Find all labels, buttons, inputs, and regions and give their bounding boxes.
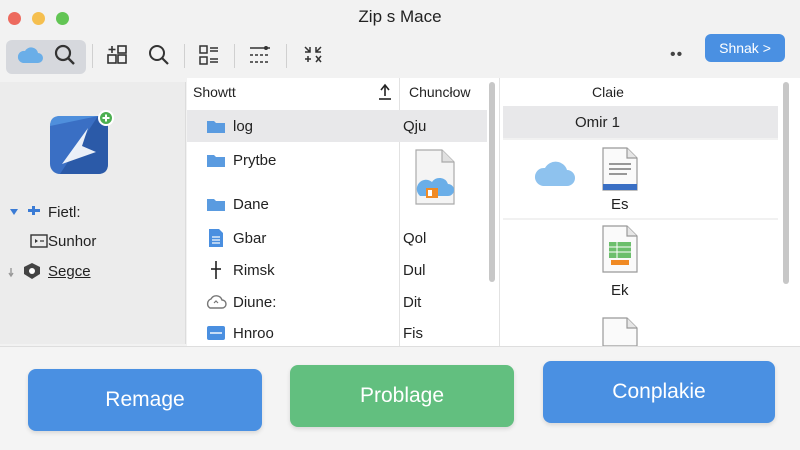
search-icon	[53, 43, 77, 72]
spreadsheet-file-icon	[601, 224, 639, 279]
preview-item-label: Ek	[611, 282, 629, 299]
folder-icon	[201, 152, 231, 168]
columns-icon	[198, 44, 220, 71]
remage-button[interactable]: Remage	[28, 369, 262, 431]
file-name: Rimsk	[233, 261, 275, 279]
toolbar-separator	[234, 44, 235, 68]
pin-icon	[201, 260, 231, 280]
collapse-icon	[301, 44, 325, 71]
cloud-icon	[15, 45, 45, 70]
file-value: Qju	[403, 117, 427, 135]
folder-icon	[201, 196, 231, 212]
list-icon	[248, 44, 272, 71]
column-header-name[interactable]: Showtt	[193, 78, 236, 106]
preview-selected-label: Omir 1	[575, 113, 620, 131]
toolbar-separator	[286, 44, 287, 68]
share-button[interactable]: Shnak >	[705, 34, 785, 62]
search-icon	[147, 43, 171, 72]
file-value: Dul	[403, 261, 426, 279]
app-window: Zip s Mace •• Shnak > Fietl: Sunhor Segc…	[0, 0, 800, 450]
preview-row[interactable]: Es	[503, 140, 778, 218]
action-bar: Remage Problage Conplakie	[0, 346, 800, 450]
toolbar: ••	[0, 34, 800, 80]
preview-selected-row[interactable]: Omir 1	[503, 106, 778, 138]
list-options-button[interactable]	[243, 40, 277, 74]
scrollbar[interactable]	[489, 82, 495, 282]
column-divider	[499, 78, 500, 346]
collapse-button[interactable]	[296, 40, 330, 74]
toggle-icon	[8, 205, 48, 219]
text-file-icon	[601, 146, 639, 197]
file-name: Prytbe	[233, 151, 277, 169]
columns-button[interactable]	[192, 40, 226, 74]
conplakie-button[interactable]: Conplakie	[543, 361, 775, 423]
sidebar: Fietl: Sunhor Segce	[0, 82, 186, 344]
scrollbar[interactable]	[783, 82, 789, 284]
file-value: Fis	[403, 324, 423, 342]
file-name: log	[233, 117, 254, 135]
column-header-value[interactable]: Chuncłow	[409, 78, 470, 106]
file-value: Qol	[403, 229, 427, 247]
file-row[interactable]: Dane	[187, 188, 387, 220]
sidebar-item-label: Segce	[48, 262, 91, 280]
sidebar-item-label: Fietl:	[48, 203, 81, 221]
cloud-icon	[533, 156, 577, 193]
file-row[interactable]: Gbar Qol	[187, 222, 487, 254]
sidebar-item-segce[interactable]: Segce	[8, 259, 91, 283]
cloud-view-button[interactable]	[6, 40, 86, 74]
problage-button[interactable]: Problage	[290, 365, 514, 427]
sidebar-item-label: Sunhor	[48, 232, 97, 250]
sort-arrow-icon[interactable]	[377, 78, 393, 106]
display-icon	[8, 234, 48, 248]
toolbar-separator	[92, 44, 93, 68]
toolbar-separator	[184, 44, 185, 68]
preview-item-label: Es	[611, 196, 629, 213]
app-logo-icon	[48, 110, 114, 180]
preview-row[interactable]: Ek	[503, 220, 778, 347]
document-icon	[201, 228, 231, 248]
file-name: Diune:	[233, 293, 277, 311]
grid-plus-icon	[106, 44, 128, 71]
cloud-sync-icon	[201, 294, 231, 310]
file-row[interactable]: Hnroo Fis	[187, 320, 487, 346]
file-browser: Showtt Chuncłow Claie log Qju Prytbe Dan…	[187, 78, 800, 347]
shield-icon	[8, 262, 48, 280]
file-value: Dit	[403, 293, 422, 311]
add-grid-button[interactable]	[100, 40, 134, 74]
file-row[interactable]: Diune: Dit	[187, 286, 487, 318]
window-title: Zip s Mace	[358, 7, 442, 26]
folder-icon	[201, 118, 231, 134]
cloud-file-icon	[412, 148, 458, 213]
preview-pane: Omir 1 Es Ek	[503, 106, 778, 347]
file-name: Dane	[233, 195, 269, 213]
document-icon	[201, 325, 231, 341]
column-header-preview[interactable]: Claie	[592, 78, 624, 106]
file-name: Hnroo	[233, 324, 274, 342]
file-row[interactable]: Rimsk Dul	[187, 254, 487, 286]
file-name: Gbar	[233, 229, 267, 247]
sidebar-item-fietl[interactable]: Fietl:	[8, 200, 81, 224]
sidebar-item-sunhor[interactable]: Sunhor	[8, 229, 96, 253]
title-bar: Zip s Mace	[0, 0, 800, 34]
file-row[interactable]: log Qju	[187, 110, 487, 142]
more-options-button[interactable]: ••	[670, 46, 683, 64]
search-button[interactable]	[142, 40, 176, 74]
